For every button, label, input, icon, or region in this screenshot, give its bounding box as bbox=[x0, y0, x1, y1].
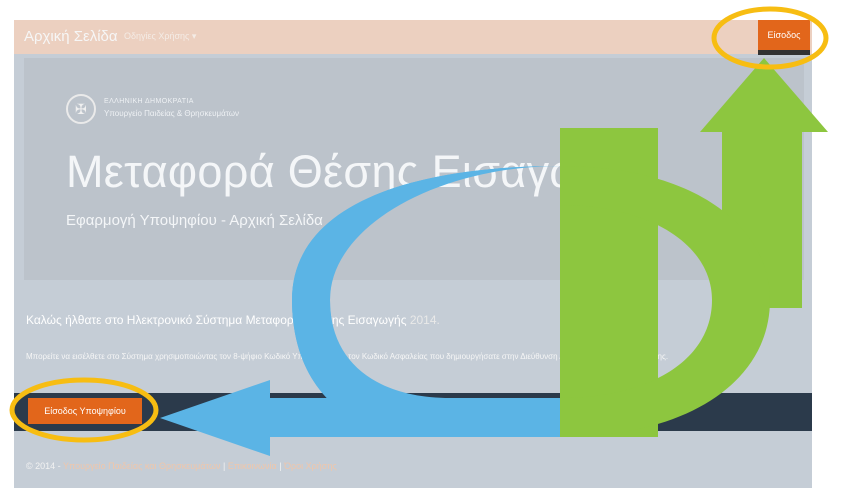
blue-arrow-shaft bbox=[240, 398, 560, 437]
blue-arrow-head bbox=[160, 380, 270, 456]
login-highlight-ring bbox=[711, 6, 829, 70]
candidate-highlight-ring bbox=[9, 377, 159, 443]
annotation-overlay bbox=[9, 6, 829, 456]
